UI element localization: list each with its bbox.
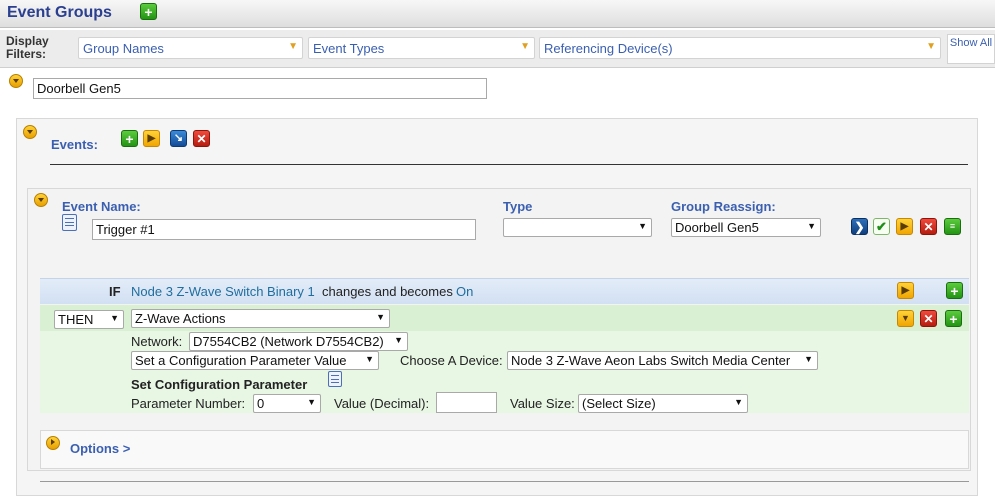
event-types-filter-label: Event Types	[313, 41, 385, 56]
options-link[interactable]: Options >	[70, 441, 130, 456]
close-icon: ✕	[196, 131, 207, 146]
plus-icon: +	[949, 310, 958, 327]
event-type-select[interactable]: ▼	[503, 218, 652, 237]
run-event-button[interactable]: ▶	[896, 218, 913, 235]
collapse-event-toggle[interactable]	[34, 193, 48, 207]
bottom-divider	[40, 481, 969, 482]
group-names-filter[interactable]: Group Names ▼	[78, 37, 303, 59]
event-name-input[interactable]: Trigger #1	[92, 219, 476, 240]
parameter-number-label: Parameter Number:	[131, 396, 246, 411]
group-reassign-value: Doorbell Gen5	[675, 220, 759, 235]
chevron-down-icon: ▼	[926, 41, 936, 52]
collapse-action-button[interactable]: ▼	[897, 310, 914, 327]
command-select[interactable]: Set a Configuration Parameter Value ▼	[131, 351, 379, 370]
import-arrow-icon: ↘	[173, 132, 184, 144]
network-select[interactable]: D7554CB2 (Network D7554CB2) ▼	[189, 332, 408, 351]
condition-row: IF Node 3 Z-Wave Switch Binary 1 changes…	[40, 278, 969, 304]
network-label: Network:	[131, 334, 183, 349]
import-events-button[interactable]: ↘	[170, 130, 187, 147]
run-events-button[interactable]: ▶	[143, 130, 160, 147]
value-decimal-input[interactable]	[436, 392, 497, 413]
chevron-down-icon: ▼	[365, 354, 374, 364]
if-keyword: IF	[109, 284, 121, 299]
set-config-param-title: Set Configuration Parameter	[131, 377, 308, 392]
delete-events-button[interactable]: ✕	[193, 130, 210, 147]
then-value: THEN	[58, 312, 94, 327]
display-filters-label: Display Filters:	[6, 34, 49, 61]
chevron-down-icon: ▼	[804, 354, 813, 364]
device-select[interactable]: Node 3 Z-Wave Aeon Labs Switch Media Cen…	[507, 351, 818, 370]
add-action-button[interactable]: +	[945, 310, 962, 327]
value-size-value: (Select Size)	[582, 396, 656, 411]
notes-icon[interactable]	[62, 214, 77, 231]
chevron-down-icon: ▼	[288, 41, 298, 52]
checkmark-icon: ✔	[876, 219, 887, 234]
condition-clause: changes and becomes	[322, 284, 453, 299]
value-size-label: Value Size:	[510, 396, 575, 411]
event-name-label: Event Name:	[62, 199, 141, 214]
chevron-down-icon: ▼	[307, 397, 316, 407]
action-type-value: Z-Wave Actions	[135, 311, 226, 326]
chevron-down-icon: ▼	[638, 221, 647, 231]
then-select[interactable]: THEN ▼	[54, 310, 124, 329]
chevron-down-icon: ▼	[734, 397, 743, 407]
chevron-right-icon: ❯	[854, 219, 865, 234]
add-group-button[interactable]: +	[140, 3, 157, 20]
group-name-input[interactable]: Doorbell Gen5	[33, 78, 487, 99]
delete-action-button[interactable]: ✕	[920, 310, 937, 327]
chevron-down-icon: ▼	[807, 221, 816, 231]
events-divider	[50, 164, 968, 165]
chevron-down-icon: ▼	[901, 313, 910, 323]
group-names-filter-label: Group Names	[83, 41, 164, 56]
group-reassign-select[interactable]: Doorbell Gen5 ▼	[671, 218, 821, 237]
referencing-devices-filter[interactable]: Referencing Device(s) ▼	[539, 37, 941, 59]
add-event-button[interactable]: +	[121, 130, 138, 147]
close-icon: ✕	[923, 219, 934, 234]
chevron-down-icon: ▼	[376, 312, 385, 322]
display-filters-bar: Display Filters: Group Names ▼ Event Typ…	[0, 30, 995, 68]
choose-device-label: Choose A Device:	[400, 353, 503, 368]
events-label: Events:	[51, 137, 98, 152]
condition-value-link[interactable]: On	[456, 284, 473, 299]
add-condition-row-button[interactable]: +	[946, 282, 963, 299]
command-value: Set a Configuration Parameter Value	[135, 353, 347, 368]
collapse-group-toggle[interactable]	[9, 74, 23, 88]
chevron-down-icon: ▼	[110, 313, 119, 323]
play-icon: ▶	[147, 132, 156, 144]
referencing-devices-filter-label: Referencing Device(s)	[544, 41, 673, 56]
help-notes-icon[interactable]	[328, 371, 342, 387]
condition-device-link[interactable]: Node 3 Z-Wave Switch Binary 1	[131, 284, 315, 299]
parameter-number-select[interactable]: 0 ▼	[253, 394, 321, 413]
parameter-number-value: 0	[257, 396, 265, 411]
delete-event-button[interactable]: ✕	[920, 218, 937, 235]
plus-icon: +	[950, 282, 959, 299]
event-type-label: Type	[503, 199, 533, 214]
chevron-down-icon: ▼	[520, 41, 530, 52]
page-title: Event Groups	[7, 4, 112, 21]
add-list-icon: ≡	[949, 221, 956, 231]
close-icon: ✕	[923, 311, 934, 326]
group-reassign-label: Group Reassign:	[671, 199, 776, 214]
plus-icon: +	[125, 130, 134, 147]
chevron-down-icon: ▼	[394, 335, 403, 345]
play-icon: ▶	[901, 284, 910, 296]
device-value: Node 3 Z-Wave Aeon Labs Switch Media Cen…	[511, 353, 791, 368]
value-size-select[interactable]: (Select Size) ▼	[578, 394, 748, 413]
plus-icon: +	[144, 3, 153, 20]
expand-options-toggle[interactable]	[46, 436, 60, 450]
show-all-button[interactable]: Show All	[947, 34, 995, 64]
event-types-filter[interactable]: Event Types ▼	[308, 37, 535, 59]
play-icon: ▶	[900, 220, 909, 232]
action-type-select[interactable]: Z-Wave Actions ▼	[131, 309, 390, 328]
collapse-events-toggle[interactable]	[23, 125, 37, 139]
network-value: D7554CB2 (Network D7554CB2)	[193, 334, 384, 349]
title-bar: Event Groups +	[0, 0, 995, 28]
options-panel	[40, 430, 969, 469]
save-event-button[interactable]: ✔	[873, 218, 890, 235]
advanced-event-button[interactable]: ❯	[851, 218, 868, 235]
add-condition-button[interactable]: ≡	[944, 218, 961, 235]
run-condition-button[interactable]: ▶	[897, 282, 914, 299]
value-decimal-label: Value (Decimal):	[334, 396, 430, 411]
